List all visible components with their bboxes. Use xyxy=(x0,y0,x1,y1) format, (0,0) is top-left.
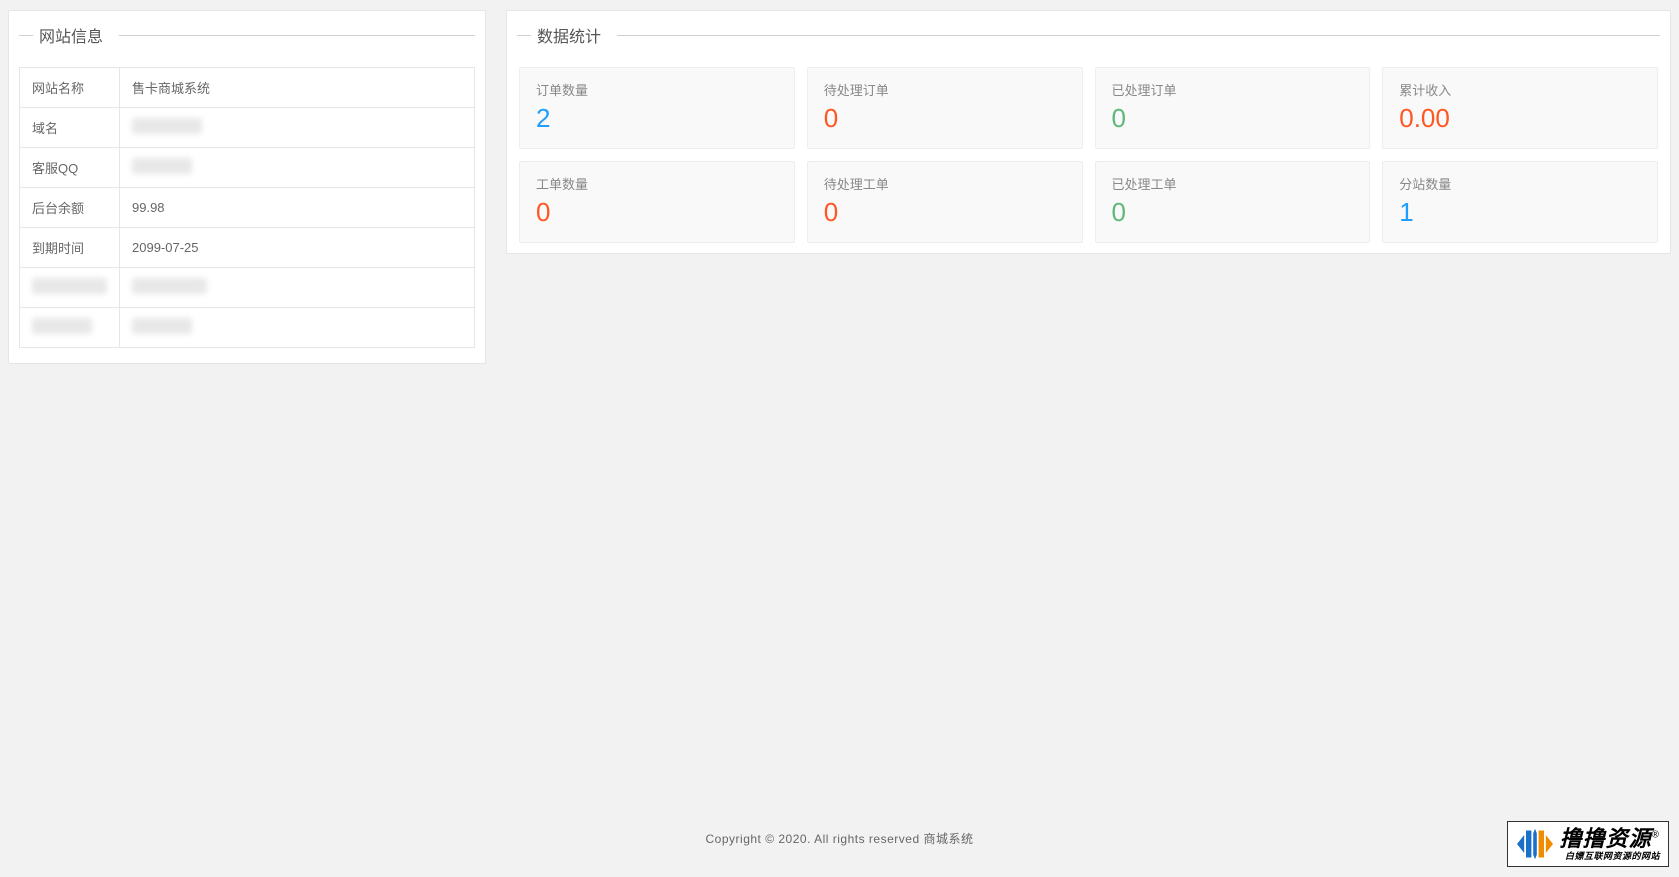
info-row: 到期时间2099-07-25 xyxy=(20,228,475,268)
stat-card-label: 工单数量 xyxy=(536,174,778,193)
info-row: 网站名称售卡商城系统 xyxy=(20,68,475,108)
info-row-label: 到期时间 xyxy=(20,228,120,268)
stat-card-value: 0 xyxy=(1112,197,1354,228)
info-row-value xyxy=(120,108,475,148)
footer-copyright: Copyright © 2020. All rights reserved 商城… xyxy=(0,830,1679,847)
stat-card: 已处理订单 0 xyxy=(1095,67,1371,149)
stats-grid: 订单数量2待处理订单0已处理订单0累计收入0.00工单数量0待处理工单0已处理工… xyxy=(507,59,1670,243)
stat-card: 订单数量 2 xyxy=(519,67,795,149)
dashboard-container: 网站信息 网站名称售卡商城系统域名客服QQ后台余额99.98到期时间2099-0… xyxy=(0,0,1679,374)
stat-card-label: 订单数量 xyxy=(536,80,778,99)
redacted-label xyxy=(32,278,107,294)
stat-card-value: 0 xyxy=(536,197,778,228)
info-row-value: 99.98 xyxy=(120,188,475,228)
watermark-main-text: 撸撸资源® xyxy=(1560,828,1660,850)
site-info-title: 网站信息 xyxy=(9,11,485,59)
info-row-label xyxy=(20,268,120,308)
redacted-label xyxy=(32,318,92,334)
redacted-value xyxy=(132,278,207,294)
stat-card-value: 0 xyxy=(1112,103,1354,134)
stat-card-label: 分站数量 xyxy=(1399,174,1641,193)
stat-card: 分站数量 1 xyxy=(1382,161,1658,243)
info-row xyxy=(20,308,475,348)
redacted-value xyxy=(132,318,192,334)
info-row-label: 客服QQ xyxy=(20,148,120,188)
watermark: 撸撸资源® 白嫖互联网资源的网站 xyxy=(1507,821,1669,867)
stat-card: 工单数量 0 xyxy=(519,161,795,243)
stat-card: 待处理订单 0 xyxy=(807,67,1083,149)
info-row-label: 网站名称 xyxy=(20,68,120,108)
info-row: 域名 xyxy=(20,108,475,148)
watermark-text: 撸撸资源® 白嫖互联网资源的网站 xyxy=(1560,828,1660,861)
info-row-label: 域名 xyxy=(20,108,120,148)
watermark-logo-icon xyxy=(1516,826,1554,862)
info-row: 客服QQ xyxy=(20,148,475,188)
stat-card-label: 累计收入 xyxy=(1399,80,1641,99)
site-info-panel: 网站信息 网站名称售卡商城系统域名客服QQ后台余额99.98到期时间2099-0… xyxy=(8,10,486,364)
stat-card-value: 2 xyxy=(536,103,778,134)
info-row-label: 后台余额 xyxy=(20,188,120,228)
info-row-value xyxy=(120,268,475,308)
stats-title: 数据统计 xyxy=(507,11,1670,59)
stat-card-value: 0.00 xyxy=(1399,103,1641,134)
stat-card: 累计收入 0.00 xyxy=(1382,67,1658,149)
stats-panel: 数据统计 订单数量2待处理订单0已处理订单0累计收入0.00工单数量0待处理工单… xyxy=(506,10,1671,254)
stat-card-label: 待处理工单 xyxy=(824,174,1066,193)
info-row-value xyxy=(120,308,475,348)
redacted-value xyxy=(132,158,192,174)
info-row: 后台余额99.98 xyxy=(20,188,475,228)
info-row-value xyxy=(120,148,475,188)
stat-card-label: 已处理工单 xyxy=(1112,174,1354,193)
stat-card-value: 0 xyxy=(824,103,1066,134)
stat-card: 已处理工单 0 xyxy=(1095,161,1371,243)
stat-card-value: 1 xyxy=(1399,197,1641,228)
stat-card-label: 待处理订单 xyxy=(824,80,1066,99)
site-info-table: 网站名称售卡商城系统域名客服QQ后台余额99.98到期时间2099-07-25 xyxy=(19,67,475,348)
redacted-value xyxy=(132,118,202,134)
watermark-sub-text: 白嫖互联网资源的网站 xyxy=(1560,852,1660,861)
stat-card: 待处理工单 0 xyxy=(807,161,1083,243)
stat-card-value: 0 xyxy=(824,197,1066,228)
info-row xyxy=(20,268,475,308)
stat-card-label: 已处理订单 xyxy=(1112,80,1354,99)
info-row-value: 售卡商城系统 xyxy=(120,68,475,108)
info-row-value: 2099-07-25 xyxy=(120,228,475,268)
info-row-label xyxy=(20,308,120,348)
